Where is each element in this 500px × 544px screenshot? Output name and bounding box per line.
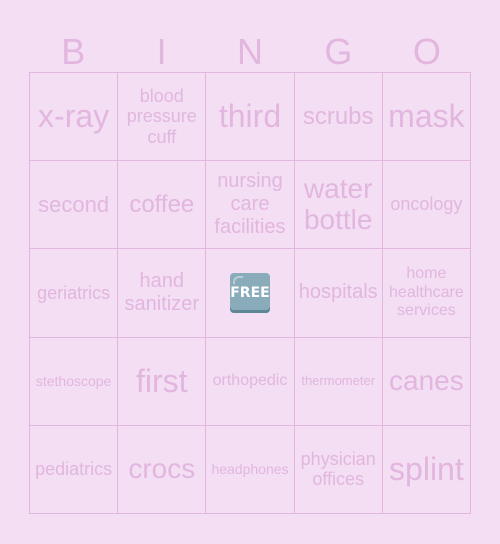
bingo-cell[interactable]: geriatrics [30,249,119,338]
bingo-cell[interactable]: home healthcare services [382,249,471,338]
bingo-cell[interactable]: hospitals [294,249,383,338]
header-letter-i: I [156,31,167,72]
bingo-cell[interactable]: x-ray [30,73,119,162]
bingo-cell[interactable]: coffee [118,161,207,250]
bingo-header: B I N G O [29,30,471,72]
bingo-cell[interactable]: crocs [118,425,207,514]
bingo-cell[interactable]: stethoscope [30,337,119,426]
bingo-cell[interactable]: water bottle [294,161,383,250]
bingo-cell[interactable]: first [118,337,207,426]
bingo-cell[interactable]: second [30,161,119,250]
header-letter-b: B [61,31,86,72]
bingo-cell[interactable]: nursing care facilities [206,161,295,250]
bingo-cell[interactable]: oncology [382,161,471,250]
bingo-cell[interactable]: mask [382,73,471,162]
header-letter-o: O [412,31,441,72]
free-icon: FREE [229,272,270,313]
bingo-cell[interactable]: splint [382,425,471,514]
bingo-grid: x-ray blood pressure cuff third scrubs m… [29,72,471,514]
bingo-cell[interactable]: blood pressure cuff [118,73,207,162]
bingo-cell[interactable]: orthopedic [206,337,295,426]
bingo-cell[interactable]: canes [382,337,471,426]
bingo-cell[interactable]: third [206,73,295,162]
free-space-cell[interactable]: FREE [206,249,295,338]
bingo-cell[interactable]: physician offices [294,425,383,514]
bingo-cell[interactable]: scrubs [294,73,383,162]
header-letter-n: N [237,31,264,72]
bingo-cell[interactable]: hand sanitizer [118,249,207,338]
bingo-cell[interactable]: thermometer [294,337,383,426]
header-letter-g: G [324,31,353,72]
bingo-cell[interactable]: pediatrics [30,425,119,514]
bingo-cell[interactable]: headphones [206,425,295,514]
